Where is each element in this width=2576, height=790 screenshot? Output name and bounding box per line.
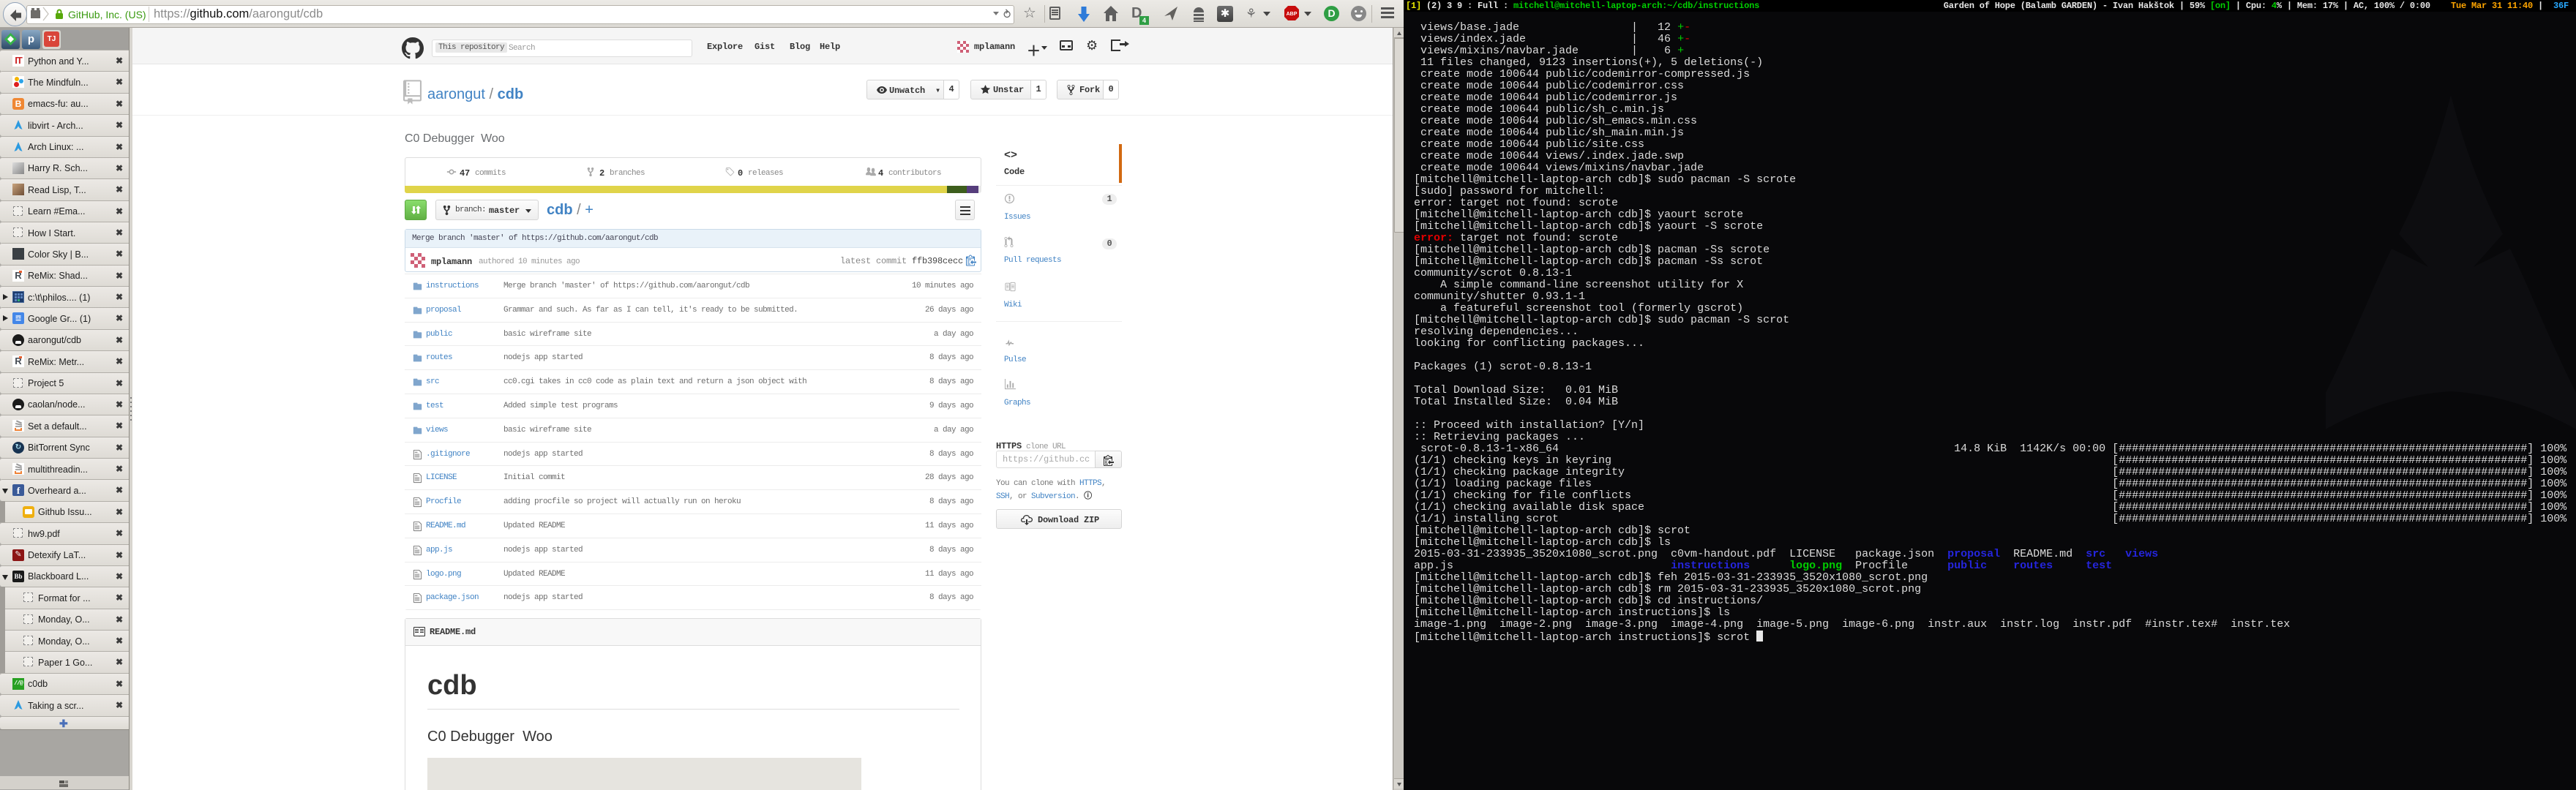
svg-text:ABP: ABP (1287, 12, 1298, 17)
